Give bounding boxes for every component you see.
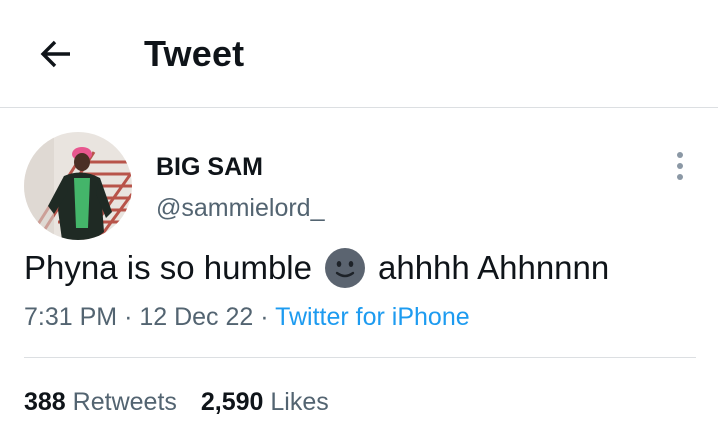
slightly-smiling-face-emoji [325,248,365,288]
likes-count: 2,590 [200,388,264,416]
more-options-button[interactable] [664,148,696,184]
tweet-metadata: 7:31 PM · 12 Dec 22 · Twitter for iPhone [24,302,470,332]
avatar[interactable] [24,132,132,240]
profile-photo [24,132,132,240]
more-vertical-icon [677,152,683,180]
author-handle[interactable]: @sammielord_ [156,193,324,223]
divider [24,357,696,358]
author-display-name[interactable]: BIG SAM [156,152,263,182]
tweet-date[interactable]: 12 Dec 22 [139,303,253,331]
meta-separator: · [124,303,133,331]
tweet-text-after: ahhhh Ahhnnnn [378,249,610,286]
retweets-label: Retweets [72,388,177,416]
tweet-text-before: Phyna is so humble [24,249,312,286]
likes-label: Likes [270,388,329,416]
meta-separator: · [260,303,269,331]
page-title: Tweet [144,33,245,74]
arrow-left-icon [40,40,70,68]
retweets-stat[interactable]: 388 Retweets [24,387,177,417]
back-button[interactable] [26,28,86,80]
tweet-text: Phyna is so humble ahhhh Ahhnnnn [24,247,609,289]
likes-stat[interactable]: 2,590 Likes [201,387,329,417]
retweets-count: 388 [24,388,66,416]
tweet-stats: 388 Retweets 2,590 Likes [24,387,353,417]
page-header: Tweet [0,0,718,108]
tweet-source-link[interactable]: Twitter for iPhone [275,303,470,331]
tweet-time[interactable]: 7:31 PM [24,303,117,331]
